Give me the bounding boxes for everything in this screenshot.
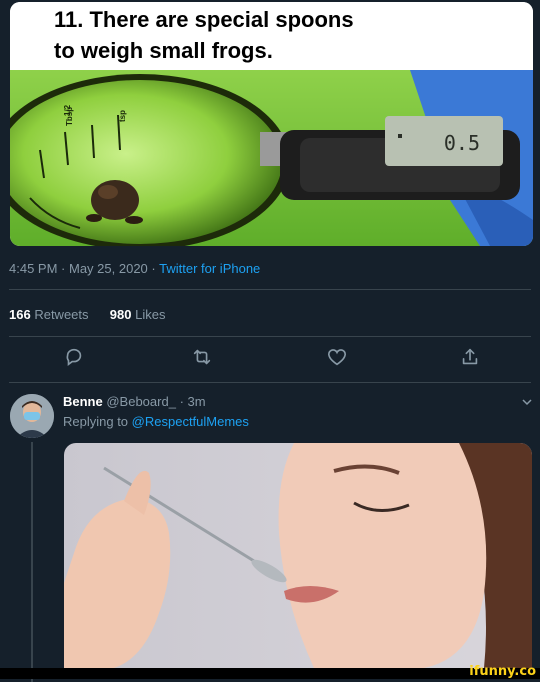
scale-display-reading: 0.5 xyxy=(444,131,480,155)
divider xyxy=(9,289,531,290)
likes-stat[interactable]: 980 Likes xyxy=(110,307,166,322)
tweet-media-meme[interactable]: 11. There are special spoons to weigh sm… xyxy=(10,2,533,246)
svg-text:tsp: tsp xyxy=(118,110,127,122)
like-icon[interactable] xyxy=(326,346,348,368)
tweet-view: 11. There are special spoons to weigh sm… xyxy=(0,0,540,682)
replying-to-prefix: Replying to xyxy=(63,414,129,429)
reply-author[interactable]: Benne @Beboard_ · 3m xyxy=(63,394,206,409)
avatar[interactable] xyxy=(10,394,54,438)
likes-count: 980 xyxy=(109,307,132,322)
ifunny-watermark: ifunny.co xyxy=(469,664,536,679)
meta-separator: · xyxy=(61,261,69,276)
thread-line xyxy=(31,442,33,682)
divider xyxy=(9,336,531,337)
svg-text:1/2: 1/2 xyxy=(63,104,72,116)
meta-separator: · xyxy=(151,261,160,276)
retweets-count: 166 xyxy=(9,307,31,322)
retweet-icon[interactable] xyxy=(191,346,213,368)
reply-age: 3m xyxy=(187,394,206,409)
woman-tasting-spoon-image[interactable] xyxy=(64,443,532,668)
reply-handle: @Beboard_ xyxy=(106,394,176,409)
tweet-action-bar xyxy=(0,346,540,376)
retweets-label: Retweets xyxy=(34,307,89,322)
chevron-down-icon[interactable] xyxy=(521,396,533,408)
meme-caption-line1: 11. There are special spoons xyxy=(54,7,354,32)
reply-display-name: Benne xyxy=(63,394,103,409)
meta-separator: · xyxy=(179,394,184,409)
tweet-stats: 166 Retweets 980 Likes xyxy=(9,307,165,322)
tweet-timestamp: 4:45 PM · May 25, 2020 · Twitter for iPh… xyxy=(9,261,260,276)
likes-label: Likes xyxy=(135,307,166,322)
meme-caption: 11. There are special spoons to weigh sm… xyxy=(10,2,533,70)
share-icon[interactable] xyxy=(459,346,481,368)
retweets-stat[interactable]: 166 Retweets xyxy=(9,307,89,322)
reply-icon[interactable] xyxy=(63,346,85,368)
tweet-date[interactable]: May 25, 2020 xyxy=(69,261,148,276)
replying-to-line: Replying to @RespectfulMemes xyxy=(63,414,249,429)
tweet-time[interactable]: 4:45 PM xyxy=(9,261,57,276)
divider xyxy=(9,382,531,383)
bottom-bar xyxy=(0,668,540,679)
meme-caption-line2: to weigh small frogs. xyxy=(54,38,273,63)
replying-to-mention[interactable]: @RespectfulMemes xyxy=(132,414,249,429)
frog-on-scale-spoon-image: Tbsp tsp 1/2 0.5 xyxy=(10,70,533,246)
tweet-source[interactable]: Twitter for iPhone xyxy=(159,261,260,276)
